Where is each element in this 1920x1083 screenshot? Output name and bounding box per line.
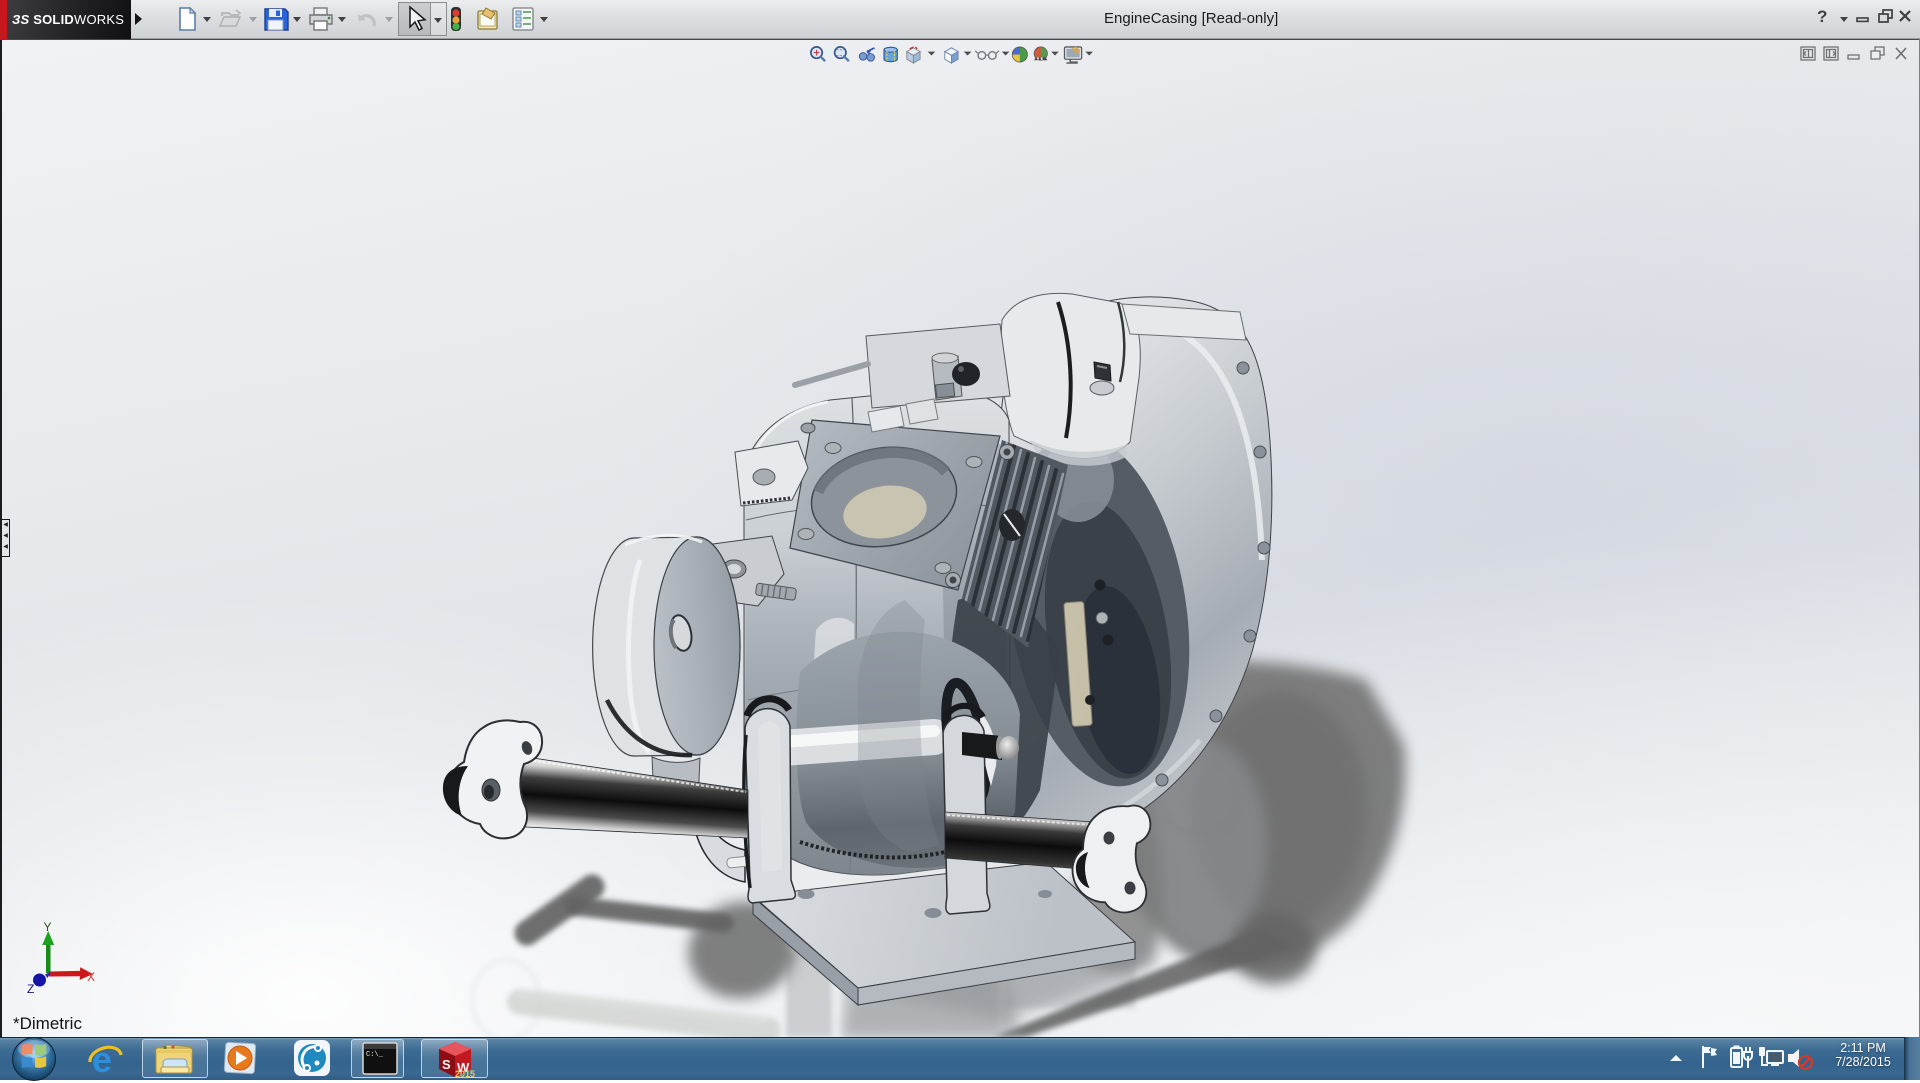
svg-text:2015: 2015 xyxy=(455,1069,475,1079)
svg-text:Y: Y xyxy=(44,920,52,934)
svg-text:S: S xyxy=(442,1057,451,1072)
svg-text:Z: Z xyxy=(27,982,34,996)
svg-text:X: X xyxy=(87,970,95,984)
svg-text:C:\_: C:\_ xyxy=(366,1051,384,1059)
